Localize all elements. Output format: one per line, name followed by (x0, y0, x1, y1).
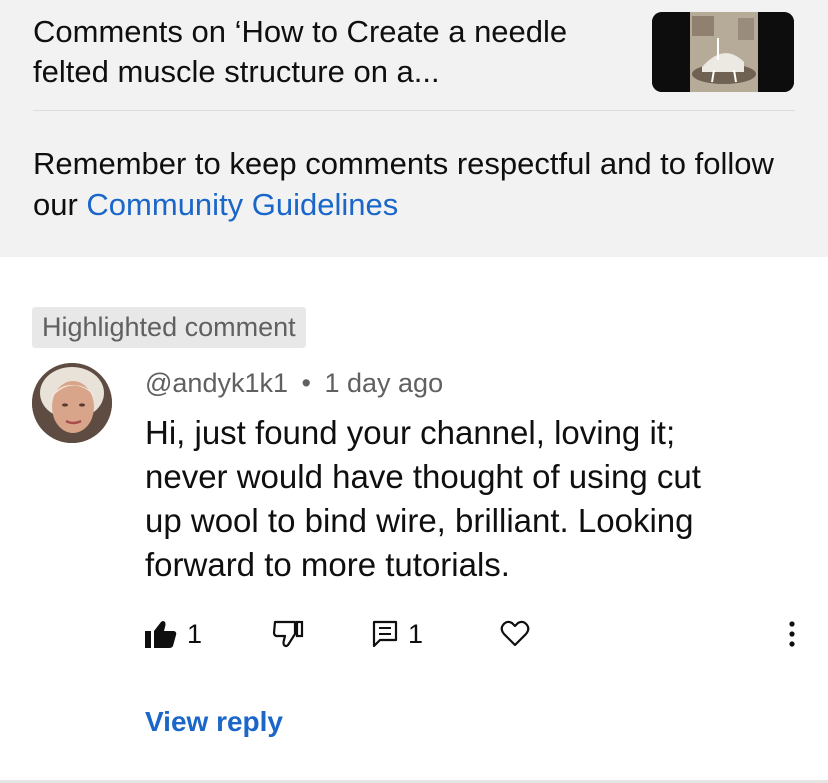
avatar[interactable] (32, 363, 112, 443)
meta-separator: • (301, 368, 311, 398)
like-button[interactable]: 1 (145, 617, 202, 651)
more-vertical-icon (789, 621, 795, 647)
comment-icon (372, 620, 398, 648)
avatar-image (32, 363, 112, 443)
header-divider (33, 110, 795, 111)
community-notice: Remember to keep comments respectful and… (33, 143, 803, 225)
thumbs-up-filled-icon (145, 621, 177, 648)
more-options-button[interactable] (778, 617, 806, 651)
community-guidelines-link[interactable]: Community Guidelines (86, 187, 398, 222)
author-handle[interactable]: @andyk1k1 (145, 368, 288, 398)
video-thumbnail[interactable] (652, 12, 794, 92)
highlighted-comment-badge: Highlighted comment (32, 307, 306, 348)
view-reply-link[interactable]: View reply (145, 704, 283, 740)
heart-icon (500, 620, 530, 647)
comment-meta: @andyk1k1 • 1 day ago (145, 365, 443, 401)
comment-body: Hi, just found your channel, loving it; … (145, 414, 701, 583)
thumbnail-image (652, 12, 794, 92)
dislike-button[interactable] (272, 617, 304, 651)
thumbs-down-icon (272, 620, 304, 648)
video-title[interactable]: Comments on ‘How to Create a needle felt… (33, 12, 633, 92)
reply-count: 1 (408, 618, 424, 649)
heart-button[interactable] (500, 617, 530, 651)
reply-button[interactable]: 1 (372, 617, 423, 651)
like-count: 1 (187, 618, 203, 649)
comment-timestamp: 1 day ago (324, 368, 444, 398)
comments-header: Comments on ‘How to Create a needle felt… (0, 0, 828, 257)
